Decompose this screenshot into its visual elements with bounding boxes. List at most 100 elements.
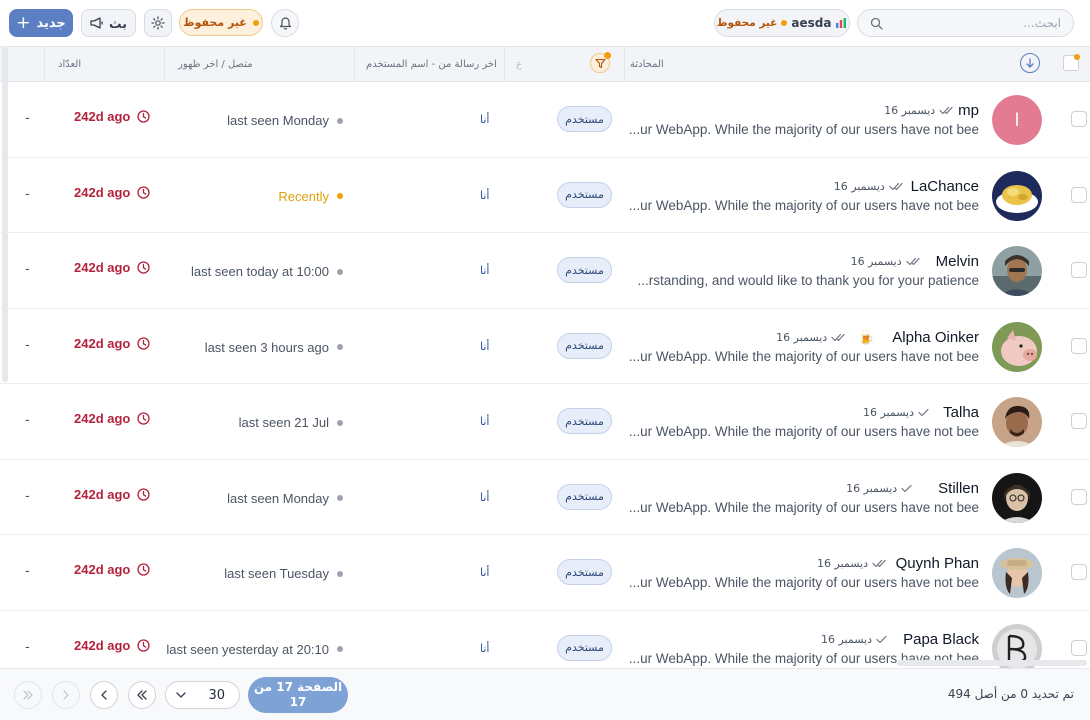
page-size-select[interactable]: 30 — [165, 681, 240, 709]
column-divider — [164, 47, 165, 81]
account-selector[interactable]: غير محفوظ aesda — [714, 9, 850, 37]
counter-value: - — [25, 186, 30, 202]
user-type-tag[interactable]: مستخدم — [557, 559, 612, 585]
time-ago-text: 242d ago — [74, 260, 131, 275]
clock-icon — [137, 261, 151, 274]
message-meta: 16 ديسمبر — [821, 633, 887, 646]
last-message-from: أنا — [480, 490, 490, 504]
table-row[interactable]: Stillen 16 ديسمبر ...ur WebApp. While th… — [0, 460, 1090, 535]
counter-value: - — [25, 639, 30, 655]
search-field[interactable] — [857, 9, 1074, 37]
bell-icon — [279, 17, 291, 30]
settings-button[interactable] — [144, 9, 172, 37]
row-checkbox[interactable] — [1071, 262, 1087, 278]
row-checkbox[interactable] — [1071, 111, 1087, 127]
account-status-dot — [781, 20, 788, 26]
select-all-checkbox[interactable] — [1063, 54, 1080, 71]
broadcast-button-label: بث — [109, 15, 127, 31]
message-preview: ...ur WebApp. While the majority of our … — [628, 499, 979, 515]
counter-value: - — [25, 262, 30, 277]
counter-value: - — [25, 413, 30, 428]
avatar — [992, 321, 1042, 372]
message-preview: ...ur WebApp. While the majority of our … — [628, 424, 979, 439]
first-page-button[interactable] — [128, 681, 156, 709]
header-counter[interactable]: العدّاد — [58, 47, 81, 81]
user-type-tag[interactable]: مستخدم — [557, 483, 612, 510]
table-header: المحادثة ع اخر رسالة من - اسم المستخدم م… — [0, 46, 1090, 82]
clock-icon — [137, 563, 151, 576]
row-checkbox[interactable] — [1071, 564, 1087, 580]
gear-icon — [151, 16, 165, 30]
message-preview: ...ur WebApp. While the majority of our … — [628, 348, 979, 364]
table-row[interactable]: LaChance 16 ديسمبر ...ur WebApp. While t… — [0, 158, 1090, 233]
time-ago-text: 242d ago — [74, 486, 131, 502]
presence-dot — [337, 419, 343, 426]
last-seen-text: last seen 21 Jul — [238, 415, 329, 430]
last-message-from: أنا — [480, 415, 490, 428]
presence-dot — [337, 117, 343, 124]
clock-icon — [137, 412, 151, 425]
time-ago-text: 242d ago — [74, 184, 131, 200]
message-date: 16 ديسمبر — [850, 255, 902, 268]
avatar — [992, 397, 1042, 447]
last-message-from: أنا — [480, 113, 490, 126]
row-checkbox[interactable] — [1071, 186, 1087, 203]
next-page-button[interactable] — [52, 681, 80, 709]
time-ago: 242d ago — [74, 109, 151, 124]
double-check-icon — [906, 257, 920, 266]
broadcast-button[interactable]: بث — [81, 9, 136, 37]
user-type-tag[interactable]: مستخدم — [557, 332, 612, 359]
chevron-icon — [101, 690, 107, 700]
avatar — [992, 246, 1042, 296]
unsaved-status-pill[interactable]: غير محفوظ — [179, 9, 263, 36]
row-checkbox[interactable] — [1071, 413, 1087, 429]
table-row[interactable]: Alpha Oinker 🍺 16 ديسمبر ...ur WebApp. W… — [0, 309, 1090, 384]
vertical-scrollbar[interactable] — [2, 46, 8, 382]
message-date: 16 ديسمبر — [776, 330, 828, 344]
message-meta: 16 ديسمبر — [851, 255, 921, 268]
table-row[interactable]: Melvin 16 ديسمبر ...rstanding, and would… — [0, 233, 1090, 309]
row-checkbox[interactable] — [1071, 337, 1087, 354]
last-seen: last seen 3 hours ago — [205, 340, 343, 355]
last-seen: last seen today at 10:00 — [191, 264, 343, 279]
beer-badge-icon: 🍺 — [858, 330, 875, 346]
clock-icon — [137, 110, 151, 123]
message-preview: ...ur WebApp. While the majority of our … — [628, 575, 979, 590]
filter-icon[interactable] — [590, 52, 611, 73]
table-row[interactable]: Quynh Phan 16 ديسمبر ...ur WebApp. While… — [0, 535, 1090, 611]
user-type-tag[interactable]: مستخدم — [557, 181, 612, 208]
user-type-tag[interactable]: مستخدم — [557, 106, 612, 132]
table-row[interactable]: ا mp 16 ديسمبر ...ur WebApp. While the m… — [0, 82, 1090, 158]
search-icon — [870, 17, 883, 30]
user-type-tag[interactable]: مستخدم — [557, 408, 612, 434]
double-check-icon — [939, 106, 953, 115]
message-meta: 16 ديسمبر — [863, 406, 929, 419]
row-checkbox[interactable] — [1071, 639, 1087, 656]
search-input[interactable] — [892, 16, 1061, 30]
last-seen: last seen yesterday at 20:10 — [166, 642, 343, 657]
megaphone-icon — [90, 17, 103, 29]
notifications-button[interactable] — [271, 9, 299, 37]
previous-page-button[interactable] — [90, 681, 118, 709]
new-button[interactable]: + جديد — [9, 9, 73, 37]
account-name: aesda — [791, 16, 832, 30]
presence-dot — [337, 495, 343, 501]
contact-name: Quynh Phan — [895, 555, 979, 572]
last-seen: Recently — [278, 189, 343, 204]
message-preview: ...rstanding, and would like to thank yo… — [637, 273, 979, 288]
header-conversation[interactable]: المحادثة — [630, 47, 664, 81]
last-seen-text: last seen Monday — [227, 490, 329, 506]
user-type-tag[interactable]: مستخدم — [557, 257, 612, 283]
new-button-label: جديد — [36, 15, 66, 31]
table-row[interactable]: Talha 16 ديسمبر ...ur WebApp. While the … — [0, 384, 1090, 460]
header-online-last-seen[interactable]: متصل / اخر ظهور — [178, 47, 253, 81]
row-checkbox[interactable] — [1071, 488, 1087, 505]
user-type-tag[interactable]: مستخدم — [557, 634, 612, 661]
horizontal-scrollbar[interactable] — [897, 660, 1087, 666]
last-page-button[interactable] — [14, 681, 42, 709]
message-preview: ...ur WebApp. While the majority of our … — [628, 197, 979, 213]
last-seen-text: Recently — [278, 188, 329, 204]
column-divider — [44, 47, 45, 81]
sort-direction-icon[interactable] — [1020, 53, 1040, 73]
header-last-message-from[interactable]: اخر رسالة من - اسم المستخدم — [366, 47, 497, 81]
